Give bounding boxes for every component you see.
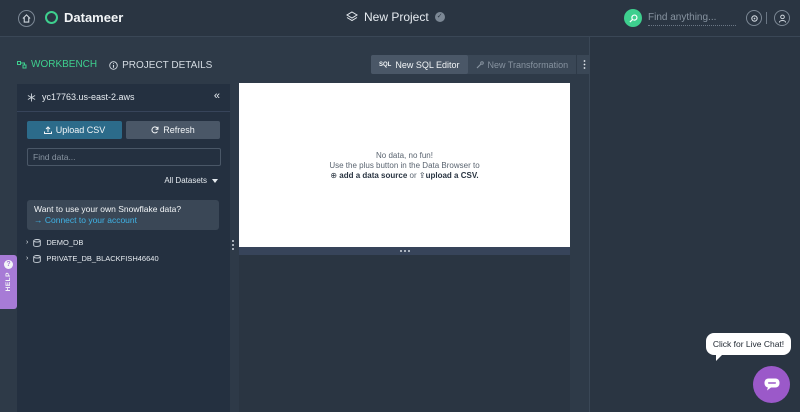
database-item[interactable]: › PRIVATE_DB_BLACKFISH46640 (26, 254, 159, 263)
workbench-icon (17, 60, 27, 68)
connect-account-link[interactable]: → Connect to your account (34, 215, 212, 226)
live-chat-bubble[interactable]: Click for Live Chat! (706, 333, 791, 361)
or-text: or (409, 171, 417, 180)
snowflake-promo: Want to use your own Snowflake data? → C… (27, 200, 219, 230)
search-icon (628, 13, 638, 23)
refresh-button[interactable]: Refresh (126, 121, 220, 139)
sql-badge: SQL (379, 61, 392, 68)
project-name: New Project (364, 10, 429, 24)
global-search (624, 9, 736, 27)
refresh-icon (151, 126, 159, 134)
upload-csv-button[interactable]: Upload CSV (27, 121, 122, 139)
tab-label: WORKBENCH (31, 59, 98, 70)
database-icon (33, 254, 42, 263)
user-button[interactable] (774, 10, 790, 26)
project-title[interactable]: New Project ✓ (346, 10, 445, 24)
new-sql-editor-button[interactable]: SQL New SQL Editor (371, 55, 468, 74)
tab-project-details[interactable]: PROJECT DETAILS (109, 59, 212, 86)
empty-state-message: No data, no fun! Use the plus button in … (239, 151, 570, 181)
new-sql-editor-label: New SQL Editor (395, 59, 460, 70)
upload-csv-link[interactable]: upload a CSV. (426, 171, 479, 180)
double-chevron-left-icon: « (213, 90, 220, 102)
brand-logo[interactable]: Datameer (45, 10, 123, 25)
user-icon (778, 14, 786, 23)
verified-icon: ✓ (434, 12, 445, 22)
chevron-right-icon: › (26, 239, 29, 246)
dataset-filter-label: All Datasets (164, 176, 207, 185)
connection-name: yc17763.us-east-2.aws (42, 92, 135, 102)
help-tab[interactable]: ? HELP (0, 255, 17, 309)
tab-workbench[interactable]: WORKBENCH (17, 59, 98, 86)
chevron-right-icon: › (26, 255, 29, 262)
tab-label: PROJECT DETAILS (122, 60, 213, 71)
live-chat-button[interactable] (753, 366, 790, 403)
dataset-filter-dropdown[interactable]: All Datasets (164, 176, 218, 185)
settings-button[interactable] (746, 10, 762, 26)
empty-state-title: No data, no fun! (376, 151, 433, 160)
snowflake-icon (27, 92, 36, 102)
upload-icon (43, 126, 52, 134)
right-panel (589, 37, 800, 412)
brand-name: Datameer (64, 10, 124, 25)
collapse-sidebar-button[interactable]: « (214, 90, 220, 102)
new-transformation-label: New Transformation (487, 59, 569, 70)
refresh-label: Refresh (163, 125, 195, 135)
empty-state-hint: Use the plus button in the Data Browser … (329, 161, 480, 170)
database-item[interactable]: › DEMO_DB (26, 238, 83, 247)
editor-toolbar: SQL New SQL Editor New Transformation (371, 55, 593, 74)
plus-circle-icon: ⊕ (330, 171, 338, 180)
database-icon (33, 238, 42, 247)
divider (17, 111, 230, 112)
horizontal-resize-handle[interactable] (239, 247, 570, 255)
more-vertical-icon (583, 60, 586, 69)
divider (766, 12, 767, 24)
database-name: PRIVATE_DB_BLACKFISH46640 (46, 254, 159, 263)
promo-title: Want to use your own Snowflake data? (34, 204, 182, 214)
data-browser: yc17763.us-east-2.aws « Upload CSV Refre… (17, 84, 230, 412)
info-icon (109, 61, 118, 70)
help-label: HELP (5, 272, 12, 292)
caret-down-icon (212, 178, 218, 183)
upload-icon: ⇪ (418, 171, 426, 180)
question-icon: ? (4, 260, 13, 269)
search-button[interactable] (624, 9, 642, 27)
database-name: DEMO_DB (46, 238, 84, 247)
layers-icon (346, 11, 358, 22)
home-button[interactable] (18, 10, 35, 27)
wand-icon (476, 60, 484, 68)
main-workspace: No data, no fun! Use the plus button in … (239, 83, 570, 412)
chat-icon (764, 378, 779, 391)
home-icon (22, 14, 31, 23)
search-input[interactable] (648, 10, 736, 26)
vertical-resize-handle[interactable] (232, 240, 234, 250)
new-transformation-button[interactable]: New Transformation (468, 55, 577, 74)
upload-csv-label: Upload CSV (55, 125, 106, 135)
add-data-source-link[interactable]: add a data source (339, 171, 407, 180)
logo-icon (45, 11, 58, 24)
flow-canvas[interactable]: No data, no fun! Use the plus button in … (239, 83, 570, 247)
workbench-tabs: WORKBENCH PROJECT DETAILS (17, 59, 212, 86)
find-data-input[interactable] (27, 148, 221, 166)
connection-row[interactable]: yc17763.us-east-2.aws (27, 92, 135, 102)
top-bar: Datameer New Project ✓ (0, 0, 800, 37)
gear-icon (750, 14, 758, 22)
